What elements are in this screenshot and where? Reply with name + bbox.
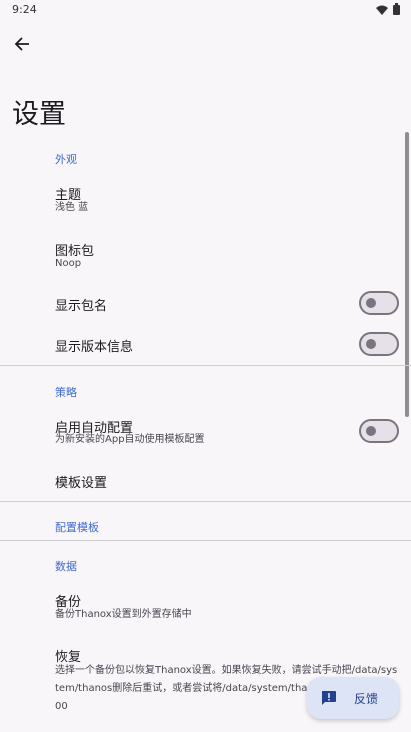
setting-subtitle: 为新安装的App自动使用模板配置 xyxy=(55,434,205,445)
feedback-label: 反馈 xyxy=(354,692,379,706)
arrow-back-icon xyxy=(14,37,29,51)
show-package-name-switch[interactable] xyxy=(359,291,399,315)
switch-thumb xyxy=(366,426,376,436)
page-title: 设置 xyxy=(12,99,66,130)
feedback-button[interactable]: 反馈 xyxy=(307,677,399,719)
divider xyxy=(0,540,411,541)
setting-subtitle: 备份Thanox设置到外置存储中 xyxy=(55,609,192,620)
auto-config-switch[interactable] xyxy=(359,419,399,443)
scrollbar[interactable] xyxy=(405,132,409,417)
back-button[interactable] xyxy=(8,30,36,58)
section-header-strategy: 策略 xyxy=(55,386,77,399)
switch-thumb xyxy=(366,339,376,349)
switch-thumb xyxy=(366,298,376,308)
section-header-data: 数据 xyxy=(55,560,77,573)
divider xyxy=(0,501,411,502)
setting-title: 模板设置 xyxy=(55,476,108,491)
section-header-config-template: 配置模板 xyxy=(55,521,99,534)
setting-value: 浅色 蓝 xyxy=(55,202,89,213)
feedback-icon xyxy=(322,691,336,705)
setting-title: 显示版本信息 xyxy=(55,340,134,355)
section-header-appearance: 外观 xyxy=(55,153,77,166)
divider xyxy=(0,365,411,366)
show-version-info-switch[interactable] xyxy=(359,332,399,356)
status-time: 9:24 xyxy=(12,3,37,16)
setting-value: Noop xyxy=(55,258,82,269)
setting-title: 显示包名 xyxy=(55,299,108,314)
battery-icon xyxy=(393,3,400,15)
status-bar: 9:24 xyxy=(0,0,411,20)
wifi-icon xyxy=(376,5,388,15)
